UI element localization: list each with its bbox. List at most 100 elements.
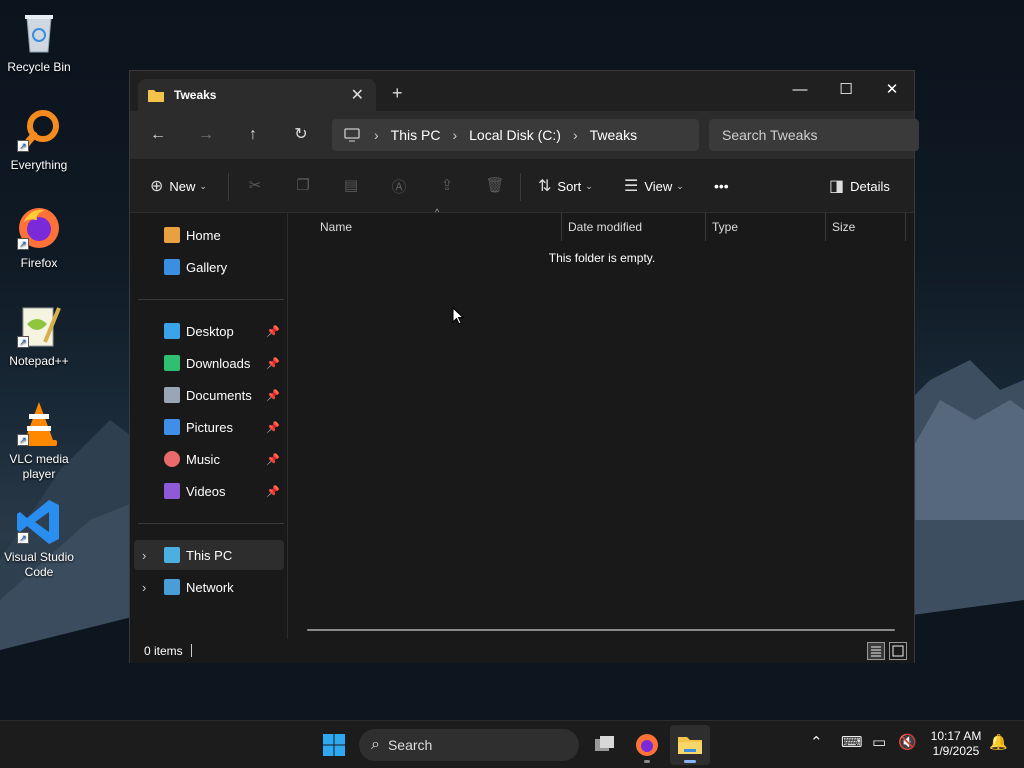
sidebar-item-label: Pictures <box>186 419 233 435</box>
large-icons-view-toggle[interactable] <box>889 642 907 660</box>
more-options-button[interactable]: ••• <box>714 159 729 213</box>
delete-icon[interactable]: 🗑 <box>484 176 506 196</box>
details-button[interactable]: ◨ Details <box>829 159 890 213</box>
sidebar-item-desktop[interactable]: Desktop 📌 <box>134 316 284 346</box>
sidebar-item-label: Music <box>186 451 220 467</box>
sidebar-item-this-pc[interactable]: › This PC <box>134 540 284 570</box>
chevron-right-icon[interactable]: › <box>142 580 146 595</box>
sidebar-item-music[interactable]: Music 📌 <box>134 444 284 474</box>
breadcrumb-local-disk[interactable]: Local Disk (C:) <box>469 127 561 143</box>
tab-tweaks[interactable]: Tweaks ✕ <box>138 79 376 111</box>
back-button[interactable]: ← <box>144 123 172 147</box>
share-icon[interactable]: ⇪ <box>436 176 458 196</box>
sidebar-item-videos[interactable]: Videos 📌 <box>134 476 284 506</box>
search-input[interactable]: Search Tweaks <box>709 119 919 151</box>
column-header-date-modified[interactable]: Date modified <box>568 213 642 241</box>
sidebar-item-downloads[interactable]: Downloads 📌 <box>134 348 284 378</box>
navigation-bar: ← → ↑ ↻ › This PC › Local Disk (C:) › Tw… <box>130 111 919 159</box>
vscode-icon: ↗ <box>15 498 63 546</box>
sort-button-label: Sort <box>557 178 582 194</box>
file-explorer-icon <box>678 737 702 754</box>
breadcrumb-tweaks[interactable]: Tweaks <box>590 127 637 143</box>
sidebar-item-label: Desktop <box>186 323 234 339</box>
maximize-button[interactable]: ☐ <box>823 75 869 105</box>
view-button[interactable]: ☰ View ⌄ <box>624 159 684 213</box>
desktop-icon-vscode[interactable]: ↗ Visual Studio Code <box>2 498 76 580</box>
video-icon <box>164 483 180 499</box>
copy-icon[interactable]: ❐ <box>292 176 314 196</box>
chevron-down-icon: ⌄ <box>199 180 207 191</box>
divider <box>191 644 192 657</box>
desktop-icon-firefox[interactable]: ↗ Firefox <box>2 204 76 271</box>
clock[interactable]: 10:17 AM 1/9/2025 <box>926 729 986 759</box>
search-icon: ⌕ <box>371 736 380 753</box>
horizontal-scrollbar[interactable] <box>307 629 895 631</box>
network-icon <box>164 579 180 595</box>
new-button[interactable]: ⊕ New ⌄ <box>150 159 207 213</box>
start-button[interactable] <box>314 725 354 765</box>
taskbar-search[interactable]: ⌕ Search <box>359 729 579 761</box>
file-list[interactable]: ^ Name Date modified Type Size This fold… <box>289 207 915 639</box>
address-bar[interactable]: › This PC › Local Disk (C:) › Tweaks <box>332 119 699 151</box>
sidebar-item-label: Documents <box>186 387 252 403</box>
show-hidden-icons-chevron-icon[interactable]: ⌃ <box>810 733 823 751</box>
sidebar-item-network[interactable]: › Network <box>134 572 284 602</box>
notification-bell-icon[interactable]: 🔔 <box>989 733 1008 751</box>
pin-icon[interactable]: 📌 <box>266 421 280 434</box>
desktop-icon-everything[interactable]: ↗ Everything <box>2 106 76 173</box>
item-count: 0 items <box>144 644 183 658</box>
sidebar-item-documents[interactable]: Documents 📌 <box>134 380 284 410</box>
breadcrumb-this-pc[interactable]: This PC <box>391 127 441 143</box>
pin-icon[interactable]: 📌 <box>266 389 280 402</box>
pin-icon[interactable]: 📌 <box>266 453 280 466</box>
shortcut-arrow-icon: ↗ <box>17 532 29 544</box>
refresh-button[interactable]: ↻ <box>287 123 315 147</box>
desktop-icon-label: Recycle Bin <box>7 60 71 74</box>
list-view-icon <box>871 646 881 657</box>
pin-icon[interactable]: 📌 <box>266 325 280 338</box>
pin-icon[interactable]: 📌 <box>266 485 280 498</box>
column-separator[interactable] <box>705 213 706 241</box>
shortcut-arrow-icon: ↗ <box>17 140 29 152</box>
up-button[interactable]: ↑ <box>239 123 267 147</box>
active-indicator <box>684 760 696 763</box>
desktop-icon-vlc[interactable]: ↗ VLC media player <box>2 400 76 482</box>
column-separator[interactable] <box>561 213 562 241</box>
sidebar-item-pictures[interactable]: Pictures 📌 <box>134 412 284 442</box>
column-header-name[interactable]: Name <box>320 213 352 241</box>
empty-folder-message: This folder is empty. <box>548 251 656 265</box>
cut-icon[interactable]: ✂ <box>244 176 266 196</box>
keyboard-icon[interactable]: ⌨ <box>841 733 863 751</box>
sort-button[interactable]: ⇅ Sort ⌄ <box>538 159 593 213</box>
column-separator[interactable] <box>825 213 826 241</box>
forward-button[interactable]: → <box>192 123 220 147</box>
sidebar-item-label: Downloads <box>186 355 251 371</box>
details-view-toggle[interactable] <box>867 642 885 660</box>
task-view-button[interactable] <box>584 725 624 765</box>
tab-close-button[interactable]: ✕ <box>351 85 364 105</box>
desktop-icon-label: Everything <box>10 158 68 172</box>
sidebar-item-label: Home <box>186 227 221 243</box>
column-header-size[interactable]: Size <box>832 213 855 241</box>
taskbar-file-explorer[interactable] <box>670 725 710 765</box>
title-bar[interactable]: Tweaks ✕ + — ☐ ✕ <box>130 71 914 111</box>
file-explorer-window[interactable]: Tweaks ✕ + — ☐ ✕ ← → ↑ ↻ › This PC › Loc… <box>129 70 919 663</box>
new-tab-button[interactable]: + <box>392 83 403 104</box>
sidebar-item-gallery[interactable]: Gallery <box>134 252 284 282</box>
taskbar-firefox[interactable] <box>627 725 667 765</box>
close-button[interactable]: ✕ <box>869 75 915 105</box>
desktop-icon-recycle-bin[interactable]: Recycle Bin <box>2 8 76 75</box>
column-separator[interactable] <box>905 213 906 241</box>
sidebar-item-home[interactable]: Home <box>134 220 284 250</box>
minimize-button[interactable]: — <box>777 75 823 105</box>
volume-muted-icon[interactable]: 🔇 <box>898 733 917 751</box>
desktop-icon-notepad-plus-plus[interactable]: ↗ Notepad++ <box>2 302 76 369</box>
chevron-right-icon[interactable]: › <box>142 548 146 563</box>
divider <box>138 523 284 524</box>
download-icon <box>164 355 180 371</box>
network-status-icon[interactable]: ▭ <box>872 733 886 751</box>
column-header-type[interactable]: Type <box>712 213 738 241</box>
rename-icon[interactable]: Ⓐ <box>388 176 410 196</box>
pin-icon[interactable]: 📌 <box>266 357 280 370</box>
paste-icon[interactable]: ▤ <box>340 176 362 196</box>
